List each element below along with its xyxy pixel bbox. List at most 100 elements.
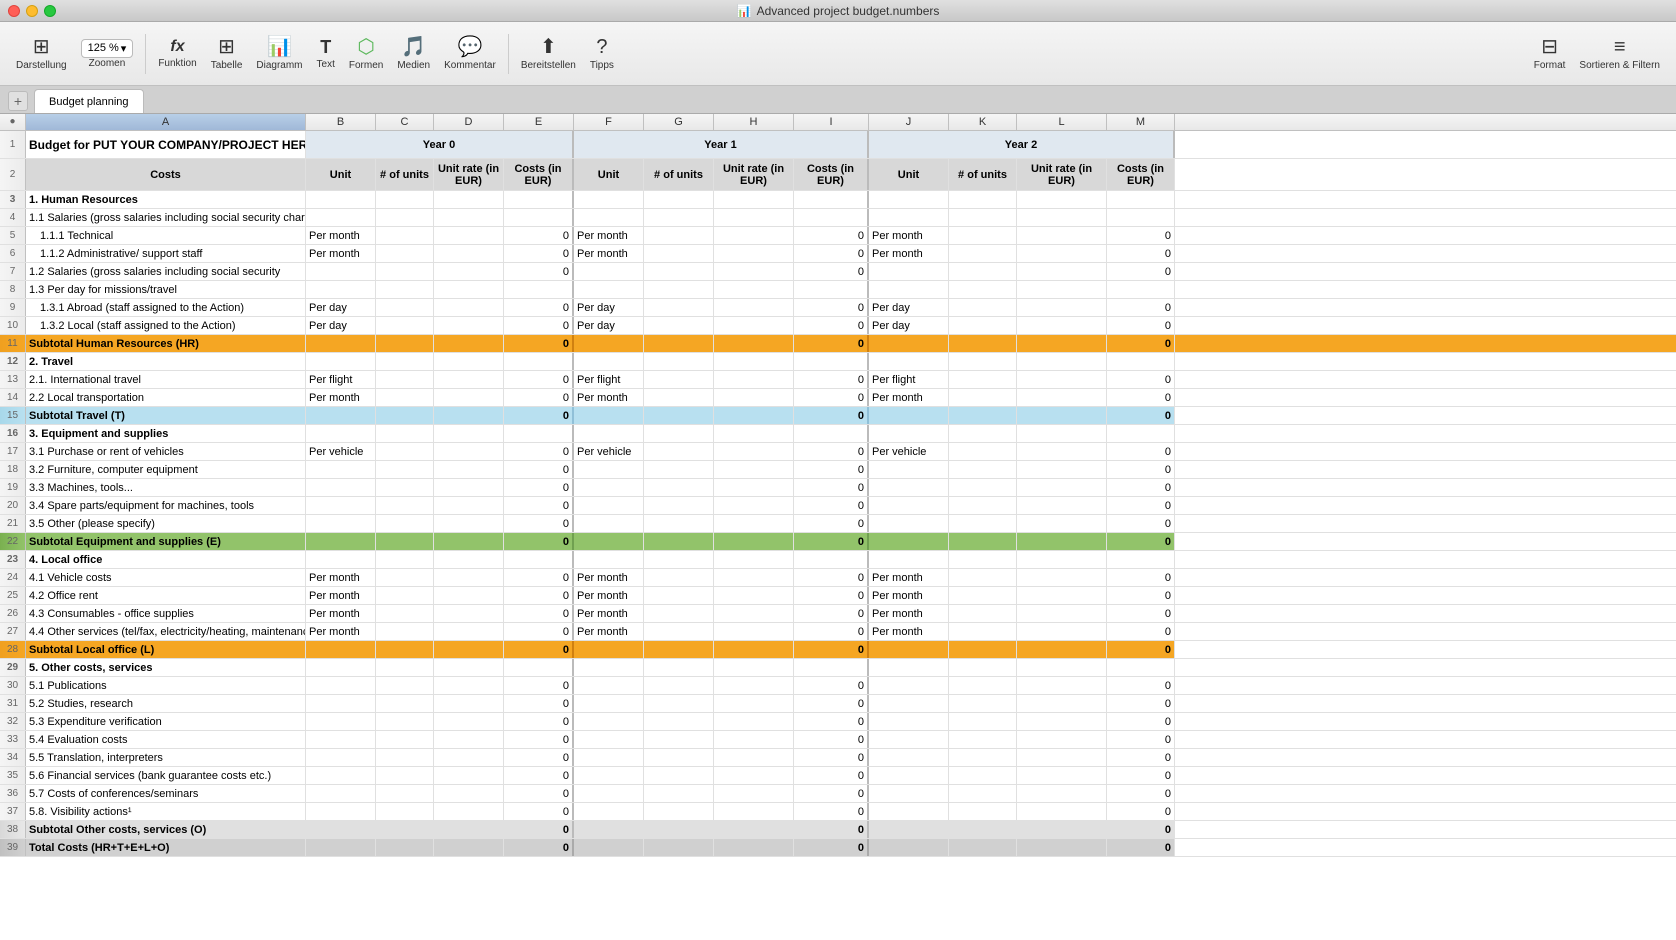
cell-14-C[interactable]: [376, 389, 434, 406]
cell-37-I[interactable]: 0: [794, 803, 869, 820]
cell-22-A[interactable]: Subtotal Equipment and supplies (E): [26, 533, 306, 550]
cell-13-I[interactable]: 0: [794, 371, 869, 388]
cell-36-H[interactable]: [714, 785, 794, 802]
cell-23-H[interactable]: [714, 551, 794, 568]
cell-23-C[interactable]: [376, 551, 434, 568]
cell-4-M[interactable]: [1107, 209, 1175, 226]
cell-36-I[interactable]: 0: [794, 785, 869, 802]
toolbar-kommentar[interactable]: 💬 Kommentar: [438, 33, 502, 75]
cell-21-E[interactable]: 0: [504, 515, 574, 532]
cell-39-B[interactable]: [306, 839, 376, 856]
cell-8-H[interactable]: [714, 281, 794, 298]
cell-24-F[interactable]: Per month: [574, 569, 644, 586]
cell-35-L[interactable]: [1017, 767, 1107, 784]
cell-3-K[interactable]: [949, 191, 1017, 208]
cell-34-I[interactable]: 0: [794, 749, 869, 766]
cell-11-A[interactable]: Subtotal Human Resources (HR): [26, 335, 306, 352]
cell-36-L[interactable]: [1017, 785, 1107, 802]
cell-27-K[interactable]: [949, 623, 1017, 640]
cell-38-F[interactable]: [574, 821, 644, 838]
cell-1-A[interactable]: Budget for PUT YOUR COMPANY/PROJECT HERE: [26, 131, 306, 158]
cell-3-A[interactable]: 1. Human Resources: [26, 191, 306, 208]
cell-36-B[interactable]: [306, 785, 376, 802]
cell-37-E[interactable]: 0: [504, 803, 574, 820]
cell-35-K[interactable]: [949, 767, 1017, 784]
cell-21-D[interactable]: [434, 515, 504, 532]
cell-5-G[interactable]: [644, 227, 714, 244]
tab-budget-planning[interactable]: Budget planning: [34, 89, 144, 113]
cell-19-E[interactable]: 0: [504, 479, 574, 496]
cell-26-B[interactable]: Per month: [306, 605, 376, 622]
cell-10-A[interactable]: 1.3.2 Local (staff assigned to the Actio…: [26, 317, 306, 334]
cell-36-G[interactable]: [644, 785, 714, 802]
cell-4-C[interactable]: [376, 209, 434, 226]
cell-22-I[interactable]: 0: [794, 533, 869, 550]
cell-18-J[interactable]: [869, 461, 949, 478]
cell-22-L[interactable]: [1017, 533, 1107, 550]
cell-31-C[interactable]: [376, 695, 434, 712]
col-header-G[interactable]: G: [644, 114, 714, 130]
toolbar-tipps[interactable]: ? Tipps: [584, 33, 620, 75]
cell-33-E[interactable]: 0: [504, 731, 574, 748]
cell-10-F[interactable]: Per day: [574, 317, 644, 334]
cell-32-L[interactable]: [1017, 713, 1107, 730]
cell-39-E[interactable]: 0: [504, 839, 574, 856]
cell-21-K[interactable]: [949, 515, 1017, 532]
cell-4-A[interactable]: 1.1 Salaries (gross salaries including s…: [26, 209, 306, 226]
maximize-button[interactable]: [44, 5, 56, 17]
cell-15-A[interactable]: Subtotal Travel (T): [26, 407, 306, 424]
cell-38-H[interactable]: [714, 821, 794, 838]
cell-5-H[interactable]: [714, 227, 794, 244]
cell-32-M[interactable]: 0: [1107, 713, 1175, 730]
cell-13-A[interactable]: 2.1. International travel: [26, 371, 306, 388]
cell-8-F[interactable]: [574, 281, 644, 298]
cell-6-F[interactable]: Per month: [574, 245, 644, 262]
cell-39-G[interactable]: [644, 839, 714, 856]
cell-12-K[interactable]: [949, 353, 1017, 370]
cell-8-J[interactable]: [869, 281, 949, 298]
cell-34-L[interactable]: [1017, 749, 1107, 766]
cell-15-G[interactable]: [644, 407, 714, 424]
cell-19-L[interactable]: [1017, 479, 1107, 496]
cell-3-L[interactable]: [1017, 191, 1107, 208]
cell-9-F[interactable]: Per day: [574, 299, 644, 316]
cell-5-L[interactable]: [1017, 227, 1107, 244]
cell-4-E[interactable]: [504, 209, 574, 226]
cell-12-J[interactable]: [869, 353, 949, 370]
cell-25-L[interactable]: [1017, 587, 1107, 604]
cell-32-A[interactable]: 5.3 Expenditure verification: [26, 713, 306, 730]
cell-10-E[interactable]: 0: [504, 317, 574, 334]
cell-18-M[interactable]: 0: [1107, 461, 1175, 478]
cell-16-G[interactable]: [644, 425, 714, 442]
cell-31-G[interactable]: [644, 695, 714, 712]
cell-11-M[interactable]: 0: [1107, 335, 1175, 352]
cell-16-C[interactable]: [376, 425, 434, 442]
cell-27-I[interactable]: 0: [794, 623, 869, 640]
cell-11-E[interactable]: 0: [504, 335, 574, 352]
cell-24-E[interactable]: 0: [504, 569, 574, 586]
cell-29-I[interactable]: [794, 659, 869, 676]
cell-18-H[interactable]: [714, 461, 794, 478]
cell-13-C[interactable]: [376, 371, 434, 388]
cell-28-F[interactable]: [574, 641, 644, 658]
cell-11-F[interactable]: [574, 335, 644, 352]
cell-29-C[interactable]: [376, 659, 434, 676]
cell-11-J[interactable]: [869, 335, 949, 352]
cell-38-I[interactable]: 0: [794, 821, 869, 838]
cell-12-I[interactable]: [794, 353, 869, 370]
cell-10-B[interactable]: Per day: [306, 317, 376, 334]
cell-38-B[interactable]: [306, 821, 376, 838]
zoom-button[interactable]: 125 % ▾: [81, 39, 134, 58]
cell-5-D[interactable]: [434, 227, 504, 244]
cell-18-B[interactable]: [306, 461, 376, 478]
cell-33-K[interactable]: [949, 731, 1017, 748]
cell-24-L[interactable]: [1017, 569, 1107, 586]
cell-3-C[interactable]: [376, 191, 434, 208]
cell-17-M[interactable]: 0: [1107, 443, 1175, 460]
cell-32-H[interactable]: [714, 713, 794, 730]
cell-16-D[interactable]: [434, 425, 504, 442]
cell-25-M[interactable]: 0: [1107, 587, 1175, 604]
cell-29-K[interactable]: [949, 659, 1017, 676]
cell-11-I[interactable]: 0: [794, 335, 869, 352]
cell-34-J[interactable]: [869, 749, 949, 766]
